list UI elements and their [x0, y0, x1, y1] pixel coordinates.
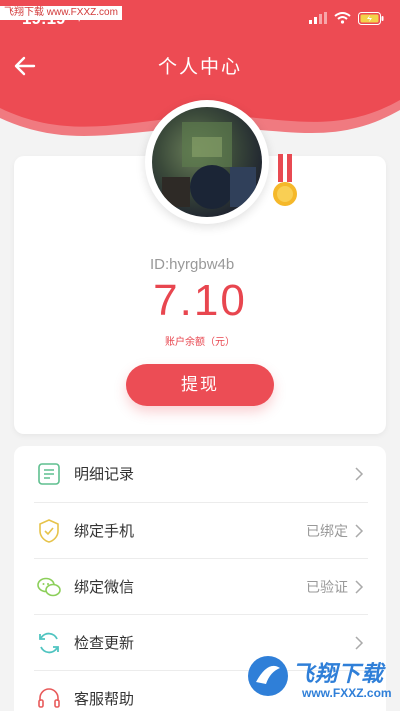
refresh-icon — [39, 632, 59, 654]
wifi-icon — [334, 12, 351, 24]
withdraw-button[interactable]: 提现 — [126, 364, 274, 406]
menu-item-label: 绑定微信 — [74, 578, 135, 596]
menu-item-status: 已验证 — [306, 580, 348, 596]
chevron-right-icon — [355, 580, 364, 594]
headset-icon — [38, 688, 60, 708]
menu-item-status: 已绑定 — [306, 524, 348, 540]
menu-item-label: 绑定手机 — [74, 522, 135, 540]
menu-item-label: 明细记录 — [74, 465, 135, 483]
medal-icon — [273, 154, 297, 206]
list-document-icon — [38, 463, 60, 485]
status-indicators — [309, 10, 384, 26]
page-title: 个人中心 — [157, 56, 242, 78]
menu-item-label: 检查更新 — [74, 634, 135, 652]
menu-item-details[interactable]: 明细记录 — [14, 446, 386, 502]
watermark-bottom: 飞翔下载 www.FXXZ.com — [246, 652, 396, 706]
watermark-top: 飞翔下载 www.FXXZ.com — [0, 6, 122, 20]
menu-item-label: 客服帮助 — [74, 690, 135, 708]
wechat-icon — [37, 577, 61, 597]
shield-check-icon — [39, 519, 59, 543]
avatar[interactable] — [152, 107, 262, 217]
battery-icon — [358, 11, 384, 25]
chevron-right-icon — [355, 636, 364, 650]
chevron-right-icon — [355, 467, 364, 481]
fxxz-logo-icon — [248, 656, 288, 696]
balance-amount: 7.10 — [153, 276, 247, 325]
signal-icon — [309, 12, 327, 24]
menu-item-bind-wechat[interactable]: 绑定微信 已验证 — [14, 559, 386, 615]
user-id: ID:hyrgbw4b — [150, 256, 235, 273]
watermark-url: www.FXXZ.com — [302, 686, 392, 700]
nav-bar: 个人中心 — [0, 44, 400, 88]
chevron-right-icon — [355, 524, 364, 538]
watermark-brand: 飞翔下载 — [292, 662, 385, 687]
balance-label: 账户余额（元） — [165, 337, 235, 348]
menu-item-bind-phone[interactable]: 绑定手机 已绑定 — [14, 503, 386, 559]
